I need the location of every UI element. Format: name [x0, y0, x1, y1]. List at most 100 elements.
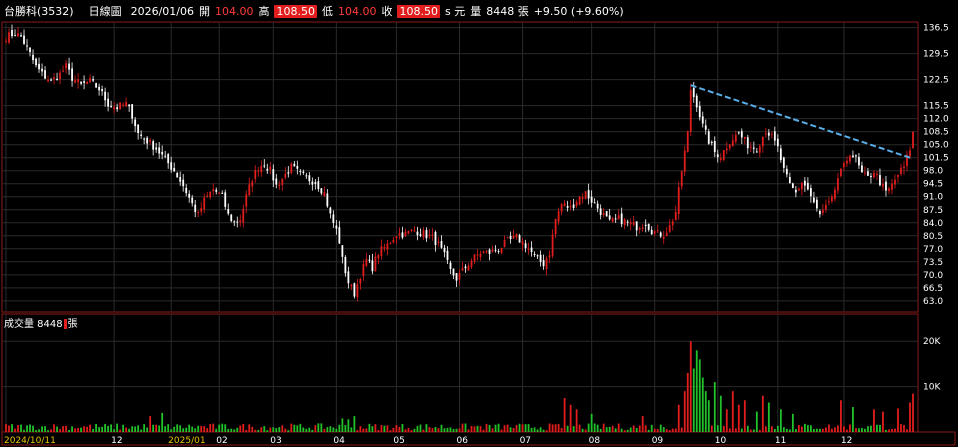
candle-body [900, 167, 902, 174]
volume-bar [527, 424, 530, 432]
candle-body [413, 230, 416, 232]
volume-bar [659, 424, 662, 432]
candle-body [326, 193, 329, 207]
candle-body [431, 234, 434, 236]
volume-bar [284, 428, 287, 432]
candle-body [560, 204, 563, 212]
volume-bar [20, 424, 22, 432]
x-tick-label: 10 [715, 436, 727, 446]
candle-body [341, 245, 344, 257]
candle-body [188, 193, 191, 198]
candle-body [554, 218, 557, 235]
candle-body [35, 58, 37, 66]
volume-bar [722, 425, 725, 432]
candle-body [128, 104, 131, 107]
candle-body [773, 131, 776, 141]
candle-body [368, 259, 371, 261]
volume-bar [701, 377, 704, 432]
candle-body [224, 192, 227, 207]
volume-bar [686, 373, 689, 432]
candle-body [410, 229, 413, 231]
candle-body [488, 249, 491, 254]
candle-body [653, 231, 656, 234]
candle-body [524, 243, 527, 249]
volume-bar [677, 404, 680, 432]
candle-body [179, 177, 182, 182]
volume-bar [71, 426, 73, 432]
volume-bar [572, 426, 575, 432]
price-tick-label: 108.5 [923, 128, 949, 138]
volume-panel-title: 成交量 8448 [4, 319, 63, 330]
volume-bar [602, 423, 605, 432]
volume-bar [494, 424, 497, 432]
stock-chart[interactable]: 136.5 129.5 122.5 115.5 112.0 108.5 105.0 101.5… [0, 0, 958, 447]
candle-body [392, 239, 395, 243]
candle-body [407, 231, 410, 234]
candle-body [770, 133, 773, 135]
candle-body [737, 132, 740, 134]
candle-body [80, 81, 82, 84]
candle-body [476, 254, 479, 256]
volume-bar [888, 429, 890, 432]
volume-bar [434, 426, 437, 432]
volume-bar [446, 427, 449, 432]
candle-body [791, 183, 794, 188]
volume-bar [329, 426, 332, 432]
volume-bar [113, 429, 116, 432]
candle-body [903, 166, 905, 169]
volume-bar [101, 426, 104, 432]
price-tick-label: 80.5 [923, 232, 943, 242]
candle-body [912, 131, 914, 149]
candle-body [671, 221, 674, 226]
price-tick-label: 136.5 [923, 24, 949, 34]
candle-body [843, 163, 845, 168]
volume-bar [260, 427, 263, 432]
candle-body [242, 208, 245, 223]
candle-body [29, 47, 31, 53]
candle-body [879, 175, 881, 186]
volume-bar [515, 424, 518, 432]
candle-body [221, 192, 224, 194]
volume-bar [473, 426, 476, 432]
candle-body [449, 262, 452, 269]
candle-body [831, 196, 833, 202]
volume-bar [293, 424, 296, 432]
candle-body [620, 213, 623, 225]
price-tick-label: 70.0 [923, 271, 943, 281]
candle-body [686, 131, 689, 153]
volume-bar [341, 418, 344, 432]
candle-body [206, 195, 209, 197]
candle-body [74, 80, 76, 83]
volume-bar [137, 425, 140, 432]
candle-body [512, 235, 515, 239]
volume-bar [86, 426, 88, 432]
candle-body [677, 187, 680, 215]
volume-bar [689, 341, 692, 432]
candle-body [395, 236, 398, 239]
volume-bar [855, 428, 857, 432]
x-tick-label: 12 [841, 436, 852, 446]
volume-bar [146, 427, 149, 432]
candle-body [104, 91, 107, 101]
volume-bar [389, 430, 392, 432]
candle-body [479, 253, 482, 258]
candle-body [551, 234, 554, 256]
candle-body [656, 230, 659, 232]
volume-bar [218, 424, 221, 432]
candle-body [566, 205, 569, 208]
volume-bar [374, 424, 377, 432]
volume-bar [785, 428, 788, 432]
candle-body [581, 197, 584, 200]
candle-body [743, 136, 746, 139]
volume-bar [119, 429, 122, 432]
volume-bar [347, 419, 350, 432]
candle-body [638, 228, 641, 230]
volume-bar [173, 426, 176, 432]
volume-bar [290, 423, 293, 432]
candle-body [41, 68, 43, 72]
candle-body [897, 174, 899, 178]
volume-bar [395, 425, 398, 432]
volume-bar [428, 427, 431, 432]
candle-body [350, 284, 353, 287]
volume-bar [755, 411, 758, 432]
